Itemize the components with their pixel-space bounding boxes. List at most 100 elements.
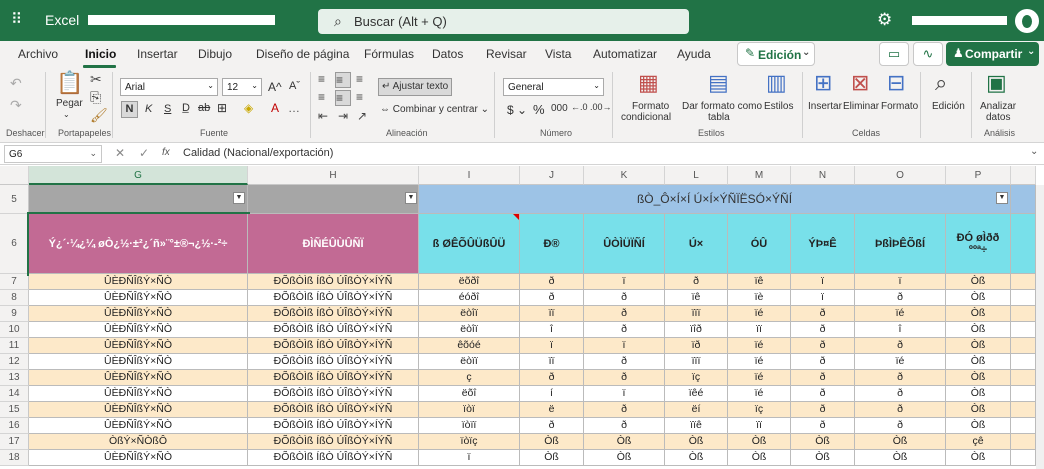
format-as-table-label-1[interactable]: Dar formato como: [682, 101, 762, 112]
table-cell[interactable]: ëõî: [419, 386, 520, 402]
table-cell[interactable]: Òß: [584, 434, 665, 450]
tab-datos[interactable]: Datos: [432, 47, 463, 61]
bold-button[interactable]: N: [121, 101, 138, 118]
table-cell[interactable]: [1011, 274, 1036, 290]
decrease-decimal-icon[interactable]: .00→: [590, 102, 612, 112]
align-middle-icon[interactable]: ≡: [335, 72, 351, 88]
header-cell-h5[interactable]: [248, 185, 419, 214]
table-cell[interactable]: [1011, 306, 1036, 322]
table-cell[interactable]: ð: [584, 418, 665, 434]
table-cell[interactable]: ïé: [728, 306, 791, 322]
table-cell[interactable]: ï: [855, 274, 946, 290]
column-title-g[interactable]: Ý¿´·¼¿¼ øÒ¿½·±²¿´ñ»¨°±®¬¿½·-²÷: [27, 212, 250, 276]
filter-dropdown-icon[interactable]: ▼: [233, 192, 245, 204]
table-cell[interactable]: ïé: [855, 354, 946, 370]
row-header-18[interactable]: 18: [0, 450, 29, 466]
conditional-format-label-2[interactable]: condicional: [621, 112, 671, 123]
tab-formulas[interactable]: Fórmulas: [364, 47, 414, 61]
table-cell[interactable]: ïïï: [665, 306, 728, 322]
format-painter-icon[interactable]: 🖌: [90, 108, 108, 122]
table-cell[interactable]: ëõðî: [419, 274, 520, 290]
percent-icon[interactable]: %: [533, 102, 545, 117]
table-cell[interactable]: ð: [584, 354, 665, 370]
tab-dibujo[interactable]: Dibujo: [198, 47, 232, 61]
chevron-down-icon[interactable]: ⌄: [1030, 146, 1038, 157]
edicion-mode-button[interactable]: ✎ Edición ⌄: [737, 42, 815, 66]
table-cell[interactable]: [1011, 338, 1036, 354]
table-cell[interactable]: ð: [855, 418, 946, 434]
table-cell[interactable]: ð: [855, 386, 946, 402]
table-cell[interactable]: Òß: [791, 450, 855, 466]
wrap-text-button[interactable]: ↵ Ajustar texto: [378, 78, 452, 96]
table-cell[interactable]: ð: [791, 354, 855, 370]
table-cell[interactable]: [1011, 322, 1036, 338]
table-cell[interactable]: ð: [855, 402, 946, 418]
table-cell[interactable]: ïïê: [665, 418, 728, 434]
table-cell[interactable]: ïé: [855, 306, 946, 322]
table-cell[interactable]: ç: [419, 370, 520, 386]
table-cell[interactable]: ïé: [728, 338, 791, 354]
table-cell[interactable]: ð: [665, 274, 728, 290]
row-header-15[interactable]: 15: [0, 402, 29, 418]
font-color-icon[interactable]: A: [271, 101, 279, 115]
indent-increase-icon[interactable]: ⇥: [338, 109, 348, 123]
search-box[interactable]: ⌕ Buscar (Alt + Q): [318, 9, 689, 34]
tab-archivo[interactable]: Archivo: [18, 47, 58, 61]
copy-icon[interactable]: ⎘: [90, 90, 101, 104]
table-cell[interactable]: ïòï: [419, 402, 520, 418]
increase-font-icon[interactable]: A^: [268, 80, 282, 94]
table-cell[interactable]: ÛÈÐÑÎßÝ×ÑÒ: [29, 402, 248, 418]
table-cell[interactable]: ëòîï: [419, 322, 520, 338]
find-search-icon[interactable]: ⌕: [935, 72, 947, 94]
table-cell[interactable]: ÐÕßÒÌß ÍßÒ ÚÎßÒÝ×ÍÝÑ: [248, 354, 419, 370]
table-cell[interactable]: ëòîï: [419, 306, 520, 322]
table-cell[interactable]: Òß: [520, 434, 584, 450]
table-cell[interactable]: ÐÕßÒÌß ÍßÒ ÚÎßÒÝ×ÍÝÑ: [248, 370, 419, 386]
table-cell[interactable]: çê: [946, 434, 1011, 450]
table-cell[interactable]: ð: [791, 402, 855, 418]
table-cell[interactable]: [1011, 290, 1036, 306]
table-cell[interactable]: ÛÈÐÑÎßÝ×ÑÒ: [29, 290, 248, 306]
cell-styles-button[interactable]: Estilos: [764, 101, 793, 112]
align-left-icon[interactable]: ≡: [318, 90, 325, 104]
table-cell[interactable]: Òß: [791, 434, 855, 450]
table-cell[interactable]: ð: [520, 290, 584, 306]
table-cell[interactable]: ð: [584, 402, 665, 418]
table-cell[interactable]: ïïï: [665, 354, 728, 370]
table-cell[interactable]: Òß: [665, 434, 728, 450]
table-cell[interactable]: Òß: [946, 418, 1011, 434]
column-header-m[interactable]: M: [728, 166, 791, 185]
table-cell[interactable]: Òß: [728, 434, 791, 450]
table-cell[interactable]: Òß: [520, 450, 584, 466]
table-cell[interactable]: ïê: [665, 290, 728, 306]
strikethrough-icon[interactable]: ab: [198, 102, 210, 114]
table-cell[interactable]: ð: [584, 290, 665, 306]
table-cell[interactable]: Òß: [855, 450, 946, 466]
table-cell[interactable]: [1011, 370, 1036, 386]
table-cell[interactable]: ë: [520, 402, 584, 418]
table-cell[interactable]: Òß: [946, 274, 1011, 290]
table-cell[interactable]: ïê: [728, 274, 791, 290]
column-header-p[interactable]: P: [946, 166, 1011, 185]
row-header-8[interactable]: 8: [0, 290, 29, 306]
column-header-g[interactable]: G: [29, 166, 248, 185]
row-header-16[interactable]: 16: [0, 418, 29, 434]
table-cell[interactable]: ï: [791, 274, 855, 290]
insert-cells-icon[interactable]: ⊞: [814, 72, 832, 94]
table-cell[interactable]: ïï: [520, 306, 584, 322]
font-name-select[interactable]: Arial ⌄: [120, 78, 218, 96]
table-cell[interactable]: ÐÕßÒÌß ÍßÒ ÚÎßÒÝ×ÍÝÑ: [248, 386, 419, 402]
table-cell[interactable]: ÛÈÐÑÎßÝ×ÑÒ: [29, 418, 248, 434]
format-cells-button[interactable]: Formato: [881, 101, 918, 112]
table-cell[interactable]: ð: [855, 370, 946, 386]
check-icon[interactable]: ✓: [139, 146, 149, 160]
increase-decimal-icon[interactable]: ←.0: [571, 102, 588, 112]
table-cell[interactable]: ð: [791, 338, 855, 354]
table-cell[interactable]: éóðî: [419, 290, 520, 306]
align-bottom-icon[interactable]: ≡: [356, 72, 363, 86]
paste-icon[interactable]: 📋: [56, 72, 83, 94]
table-cell[interactable]: ïé: [728, 370, 791, 386]
tab-revisar[interactable]: Revisar: [486, 47, 527, 61]
table-cell[interactable]: ïè: [728, 290, 791, 306]
name-box[interactable]: G6 ⌄: [4, 145, 102, 163]
